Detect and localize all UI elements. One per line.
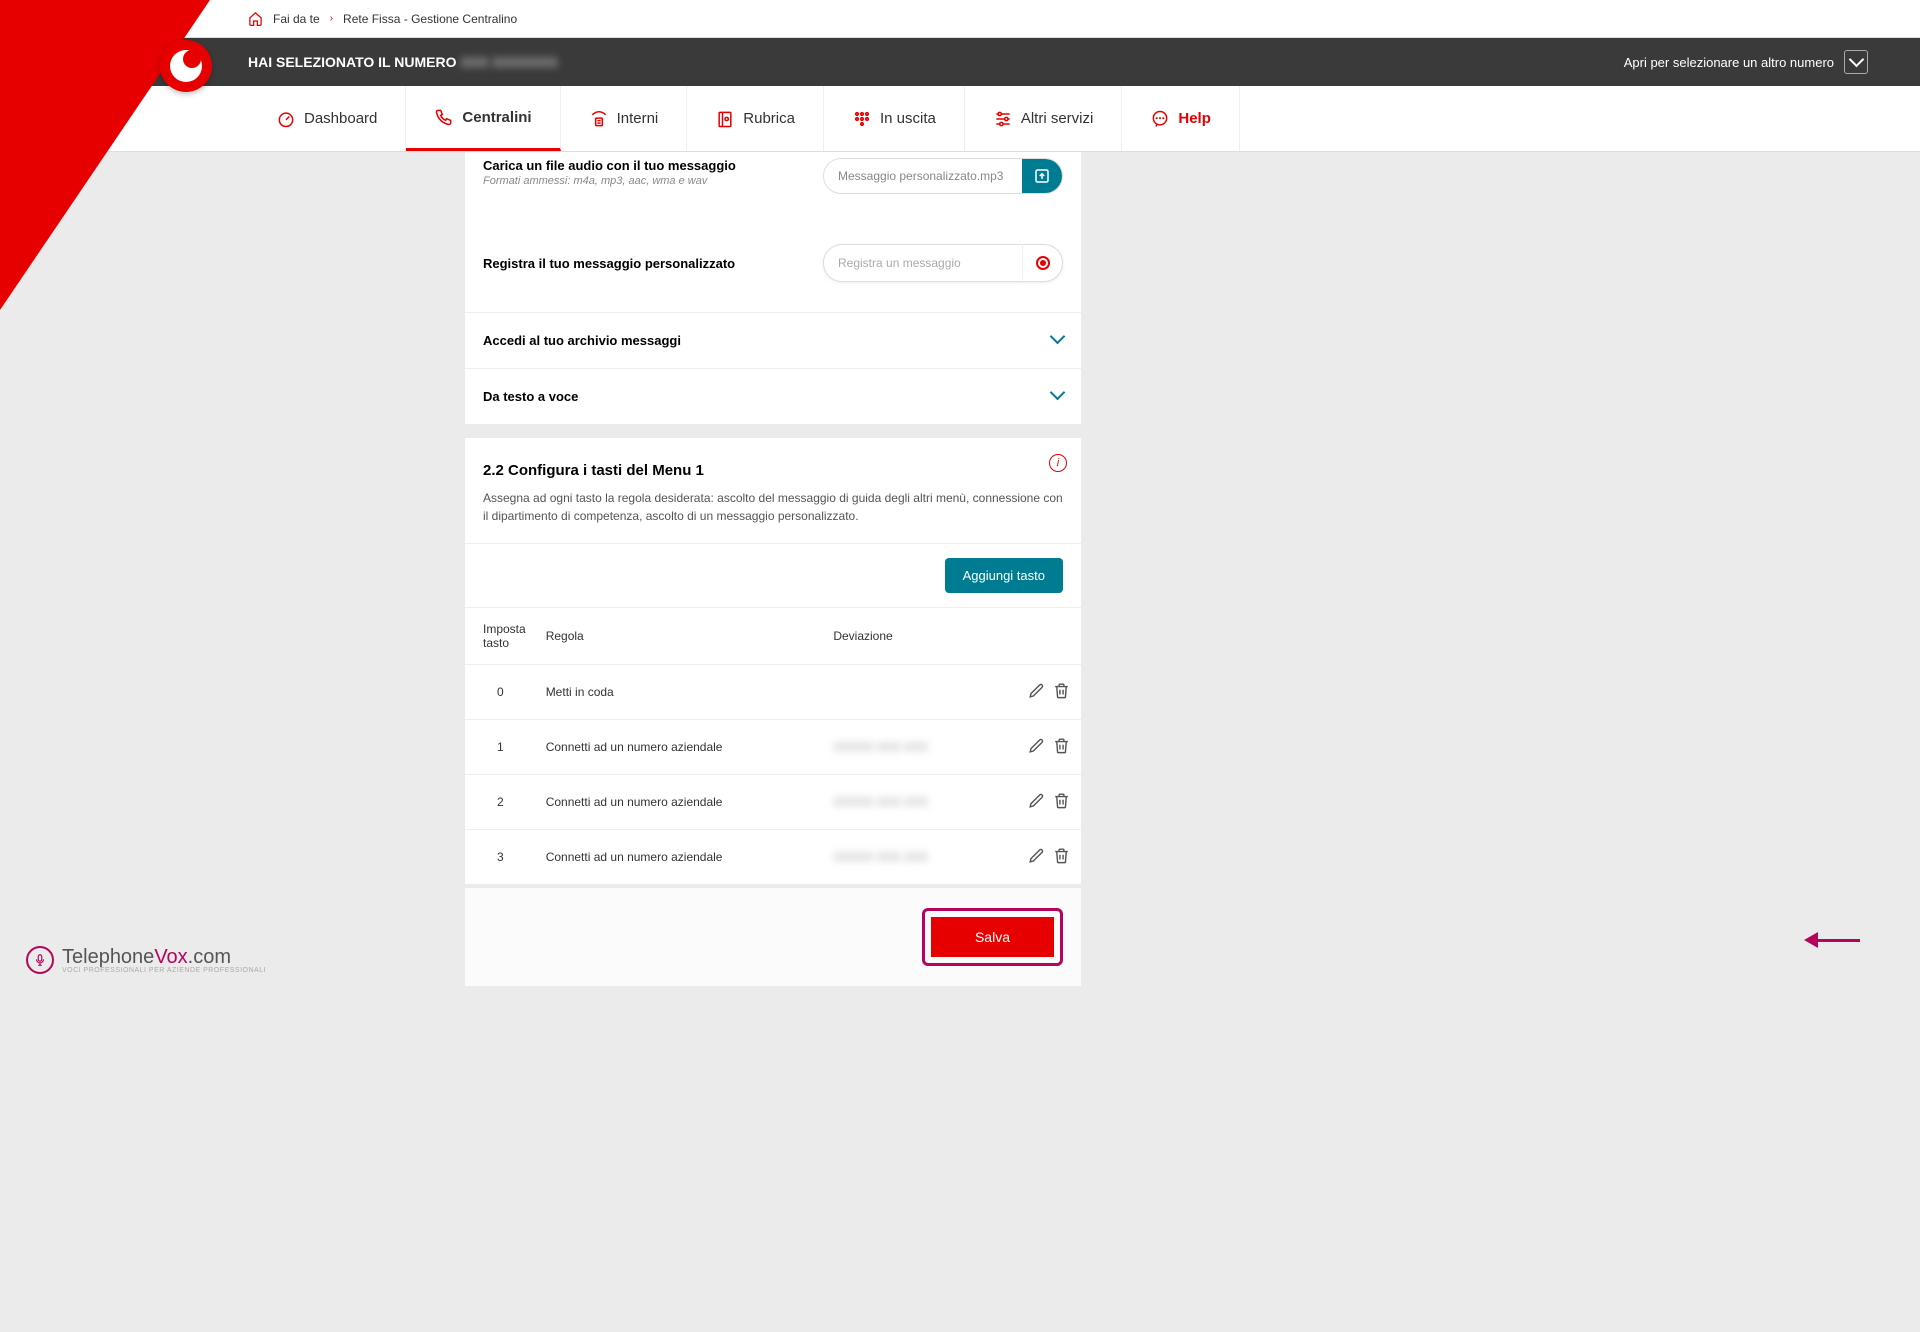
record-label: Registra il tuo messaggio personalizzato [483, 256, 735, 271]
expand-tts-label: Da testo a voce [483, 389, 578, 404]
cell-rule: Connetti ad un numero aziendale [536, 830, 824, 885]
table-row: 1Connetti ad un numero aziendaleXXXXX XX… [465, 720, 1081, 775]
cell-deviation: XXXXX XXX XXX [823, 775, 991, 830]
record-icon [1036, 256, 1050, 270]
number-selector-bar: HAI SELEZIONATO IL NUMERO XXX XXXXXXX Ap… [0, 38, 1920, 86]
nav-label: Altri servizi [1021, 110, 1094, 127]
delete-button[interactable] [1052, 846, 1071, 865]
keys-table: Imposta tasto Regola Deviazione 0Metti i… [465, 607, 1081, 884]
cell-rule: Connetti ad un numero aziendale [536, 775, 824, 830]
annotation-arrow [1804, 932, 1860, 948]
nav-in-uscita[interactable]: In uscita [824, 86, 965, 151]
switch-number-label[interactable]: Apri per selezionare un altro numero [1624, 55, 1834, 70]
watermark-tagline: VOCI PROFESSIONALI PER AZIENDE PROFESSIO… [62, 967, 266, 974]
record-field[interactable]: Registra un messaggio [823, 244, 1063, 282]
chevron-right-icon: › [330, 13, 333, 24]
nav-dashboard[interactable]: Dashboard [248, 86, 406, 151]
breadcrumb: Fai da te › Rete Fissa - Gestione Centra… [0, 0, 1920, 38]
selected-number-value: XXX XXXXXXX [460, 54, 557, 70]
nav-rubrica[interactable]: Rubrica [687, 86, 824, 151]
vodafone-logo [160, 40, 212, 92]
info-icon[interactable]: i [1049, 454, 1067, 472]
watermark-tld: .com [188, 946, 231, 968]
edit-button[interactable] [1027, 791, 1046, 810]
save-highlight: Salva [922, 908, 1063, 966]
watermark-suffix: Vox [154, 946, 187, 968]
delete-button[interactable] [1052, 791, 1071, 810]
delete-button[interactable] [1052, 681, 1071, 700]
table-row: 3Connetti ad un numero aziendaleXXXXX XX… [465, 830, 1081, 885]
breadcrumb-page: Rete Fissa - Gestione Centralino [343, 12, 517, 26]
chevron-down-icon [1052, 387, 1063, 406]
section-desc: Assegna ad ogni tasto la regola desidera… [483, 489, 1063, 525]
record-placeholder: Registra un messaggio [838, 256, 961, 270]
nav-help[interactable]: Help [1122, 86, 1240, 151]
home-icon[interactable] [248, 11, 263, 26]
delete-button[interactable] [1052, 736, 1071, 755]
edit-button[interactable] [1027, 846, 1046, 865]
selected-number-label: HAI SELEZIONATO IL NUMERO [248, 54, 456, 70]
save-button[interactable]: Salva [931, 917, 1054, 957]
breadcrumb-home[interactable]: Fai da te [273, 12, 320, 26]
nav-centralini[interactable]: Centralini [406, 86, 560, 151]
edit-button[interactable] [1027, 681, 1046, 700]
nav-label: Help [1178, 110, 1211, 127]
upload-sublabel: Formati ammessi: m4a, mp3, aac, wma e wa… [483, 175, 736, 187]
cell-key: 2 [465, 775, 536, 830]
sliders-icon [993, 109, 1013, 129]
section-configure-keys: i 2.2 Configura i tasti del Menu 1 Asseg… [465, 438, 1081, 543]
book-icon [715, 109, 735, 129]
th-dev: Deviazione [823, 608, 991, 665]
th-rule: Regola [536, 608, 824, 665]
upload-button[interactable] [1022, 158, 1062, 194]
switch-number-button[interactable] [1844, 50, 1868, 74]
cell-key: 1 [465, 720, 536, 775]
watermark-brand: Telephone [62, 946, 154, 968]
expand-tts[interactable]: Da testo a voce [465, 368, 1081, 424]
upload-label: Carica un file audio con il tuo messaggi… [483, 158, 736, 173]
cell-deviation: XXXXX XXX XXX [823, 720, 991, 775]
nav-interni[interactable]: Interni [561, 86, 688, 151]
add-key-button[interactable]: Aggiungi tasto [945, 558, 1063, 593]
section-title: 2.2 Configura i tasti del Menu 1 [483, 462, 1063, 479]
cell-deviation: XXXXX XXX XXX [823, 830, 991, 885]
cell-deviation [823, 665, 991, 720]
watermark: TelephoneVox.com VOCI PROFESSIONALI PER … [26, 946, 266, 974]
chevron-down-icon [1851, 54, 1862, 71]
nav-label: Interni [617, 110, 659, 127]
phone-icon [434, 107, 454, 127]
upload-file-field[interactable]: Messaggio personalizzato.mp3 [823, 158, 1063, 194]
dial-icon [852, 109, 872, 129]
expand-archive[interactable]: Accedi al tuo archivio messaggi [465, 312, 1081, 368]
chevron-down-icon [1052, 331, 1063, 350]
edit-button[interactable] [1027, 736, 1046, 755]
upload-filename: Messaggio personalizzato.mp3 [838, 169, 1003, 183]
record-button[interactable] [1022, 244, 1062, 282]
gauge-icon [276, 109, 296, 129]
phone-classic-icon [589, 109, 609, 129]
cell-rule: Metti in coda [536, 665, 824, 720]
cell-key: 3 [465, 830, 536, 885]
mic-icon [26, 946, 54, 974]
cell-rule: Connetti ad un numero aziendale [536, 720, 824, 775]
nav-label: Rubrica [743, 110, 795, 127]
nav-label: In uscita [880, 110, 936, 127]
expand-archive-label: Accedi al tuo archivio messaggi [483, 333, 681, 348]
nav-altri-servizi[interactable]: Altri servizi [965, 86, 1123, 151]
cell-key: 0 [465, 665, 536, 720]
nav-label: Dashboard [304, 110, 377, 127]
main-nav: Dashboard Centralini Interni Rubrica In … [0, 86, 1920, 152]
chat-icon [1150, 109, 1170, 129]
th-key: Imposta tasto [465, 608, 536, 665]
table-row: 0Metti in coda [465, 665, 1081, 720]
nav-label: Centralini [462, 109, 531, 126]
table-row: 2Connetti ad un numero aziendaleXXXXX XX… [465, 775, 1081, 830]
